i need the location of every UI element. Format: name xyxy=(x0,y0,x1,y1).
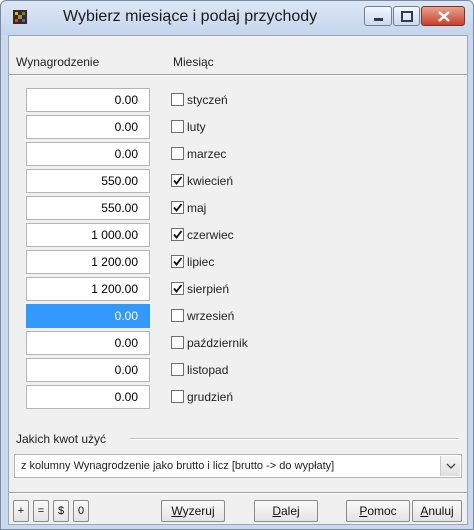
dialog-window: Wybierz miesiące i podaj przychody Wynag… xyxy=(0,0,474,530)
month-checkbox[interactable] xyxy=(171,336,184,349)
window-title: Wybierz miesiące i podaj przychody xyxy=(63,8,318,25)
month-checkbox[interactable] xyxy=(171,201,184,214)
bottom-divider xyxy=(9,492,467,494)
month-checkbox[interactable] xyxy=(171,147,184,160)
month-label[interactable]: grudzień xyxy=(187,390,233,404)
amount-source-selected-value: z kolumny Wynagrodzenie jako brutto i li… xyxy=(21,460,335,472)
checkmark-icon xyxy=(173,257,183,266)
zero-button[interactable]: 0 xyxy=(73,500,89,522)
month-row: 0.00 październik xyxy=(9,331,467,357)
amount-input[interactable]: 1 200.00 xyxy=(26,277,150,301)
amount-source-select[interactable]: z kolumny Wynagrodzenie jako brutto i li… xyxy=(14,454,462,478)
checkmark-icon xyxy=(173,230,183,239)
month-checkbox[interactable] xyxy=(171,282,184,295)
month-label[interactable]: wrzesień xyxy=(187,309,234,323)
reset-button[interactable]: Wyzeruj xyxy=(161,500,225,522)
month-label[interactable]: listopad xyxy=(187,363,228,377)
amount-input[interactable]: 1 000.00 xyxy=(26,223,150,247)
amount-input[interactable]: 0.00 xyxy=(26,331,150,355)
month-checkbox[interactable] xyxy=(171,363,184,376)
amount-input[interactable]: 550.00 xyxy=(26,196,150,220)
month-row: 550.00 maj xyxy=(9,196,467,222)
month-checkbox[interactable] xyxy=(171,309,184,322)
month-checkbox[interactable] xyxy=(171,120,184,133)
month-label[interactable]: lipiec xyxy=(187,255,214,269)
amount-input[interactable]: 0.00 xyxy=(26,304,150,328)
amount-input[interactable]: 0.00 xyxy=(26,385,150,409)
month-row: 0.00 luty xyxy=(9,115,467,141)
checkmark-icon xyxy=(173,176,183,185)
minus-icon: = xyxy=(37,505,45,517)
month-checkbox[interactable] xyxy=(171,93,184,106)
help-button[interactable]: Pomoc xyxy=(346,500,410,522)
group-divider xyxy=(129,438,459,440)
amount-input[interactable]: 0.00 xyxy=(26,88,150,112)
dollar-button[interactable]: $ xyxy=(53,500,69,522)
month-label[interactable]: styczeń xyxy=(187,93,228,107)
month-checkbox[interactable] xyxy=(171,255,184,268)
title-bar[interactable]: Wybierz miesiące i podaj przychody xyxy=(1,1,473,35)
plus-icon: + xyxy=(17,505,25,517)
month-row: 1 000.00 czerwiec xyxy=(9,223,467,249)
amount-input[interactable]: 0.00 xyxy=(26,142,150,166)
film-app-icon xyxy=(12,9,28,25)
header-divider xyxy=(9,74,467,76)
month-checkbox[interactable] xyxy=(171,228,184,241)
month-row: 0.00 styczeń xyxy=(9,88,467,114)
month-row: 0.00 grudzień xyxy=(9,385,467,411)
amount-source-group-label: Jakich kwot użyć xyxy=(16,432,113,446)
maximize-button[interactable] xyxy=(393,6,420,26)
month-checkbox[interactable] xyxy=(171,390,184,403)
month-row: 0.00 wrzesień xyxy=(9,304,467,330)
month-label[interactable]: marzec xyxy=(187,147,226,161)
column-header-row: Wynagrodzenie Miesiąc xyxy=(9,36,467,74)
amount-input[interactable]: 550.00 xyxy=(26,169,150,193)
month-row: 0.00 listopad xyxy=(9,358,467,384)
minimize-button[interactable] xyxy=(364,6,392,26)
amount-input[interactable]: 0.00 xyxy=(26,358,150,382)
amount-input[interactable]: 1 200.00 xyxy=(26,250,150,274)
month-row: 550.00 kwiecień xyxy=(9,169,467,195)
cancel-button[interactable]: Anuluj xyxy=(412,500,462,522)
dialog-body: Wynagrodzenie Miesiąc 0.00 styczeń 0.00 lut… xyxy=(8,35,468,525)
amount-column-header: Wynagrodzenie xyxy=(16,55,100,69)
checkmark-icon xyxy=(173,203,183,212)
month-label[interactable]: czerwiec xyxy=(187,228,234,242)
add-row-button[interactable]: + xyxy=(13,500,29,522)
dropdown-button[interactable] xyxy=(440,456,460,476)
checkmark-icon xyxy=(173,284,183,293)
month-label[interactable]: sierpień xyxy=(187,282,229,296)
month-label[interactable]: luty xyxy=(187,120,206,134)
close-button[interactable] xyxy=(421,6,465,26)
remove-row-button[interactable]: = xyxy=(33,500,49,522)
month-label[interactable]: październik xyxy=(187,336,248,350)
month-column-header: Miesiąc xyxy=(173,55,214,69)
amount-input[interactable]: 0.00 xyxy=(26,115,150,139)
month-label[interactable]: kwiecień xyxy=(187,174,233,188)
month-label[interactable]: maj xyxy=(187,201,206,215)
month-row: 1 200.00 lipiec xyxy=(9,250,467,276)
month-checkbox[interactable] xyxy=(171,174,184,187)
month-row: 0.00 marzec xyxy=(9,142,467,168)
month-row: 1 200.00 sierpień xyxy=(9,277,467,303)
next-button[interactable]: Dalej xyxy=(254,500,318,522)
chevron-down-icon xyxy=(446,463,456,469)
